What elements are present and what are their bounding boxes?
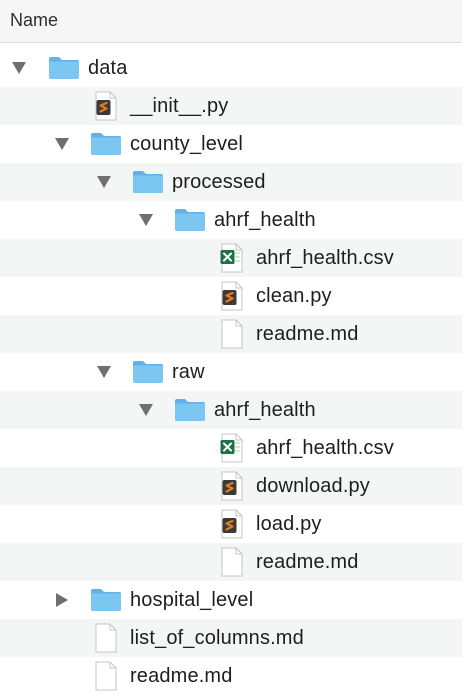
tree-row-label: list_of_columns.md	[130, 627, 304, 649]
python-file-icon	[218, 277, 246, 315]
disclosure-triangle-expanded-icon[interactable]	[94, 353, 114, 391]
markdown-file-icon	[218, 543, 246, 581]
tree-row-hospital-level[interactable]: hospital_level	[0, 581, 462, 619]
disclosure-triangle-collapsed-icon[interactable]	[52, 581, 72, 619]
tree-row-label: load.py	[256, 513, 322, 535]
tree-row-data[interactable]: data	[0, 49, 462, 87]
tree-row-county-level[interactable]: county_level	[0, 125, 462, 163]
python-file-icon	[218, 505, 246, 543]
column-header[interactable]: Name	[0, 0, 462, 43]
disclosure-triangle-expanded-icon[interactable]	[9, 49, 29, 87]
tree-row-raw[interactable]: raw	[0, 353, 462, 391]
tree-row-init-py[interactable]: __init__.py	[0, 87, 462, 125]
tree-row-label: processed	[172, 171, 266, 193]
tree-row-download-py[interactable]: download.py	[0, 467, 462, 505]
folder-icon	[48, 49, 79, 87]
tree-row-label: hospital_level	[130, 589, 254, 611]
name-column-header[interactable]: Name	[10, 9, 58, 31]
tree-row-ahrf-health-raw[interactable]: ahrf_health	[0, 391, 462, 429]
tree-row-label: county_level	[130, 133, 243, 155]
finder-window: Name data __init__.py county_level proce…	[0, 0, 462, 694]
tree-row-label: data	[88, 57, 128, 79]
tree-row-label: __init__.py	[130, 95, 229, 117]
disclosure-triangle-expanded-icon[interactable]	[136, 201, 156, 239]
markdown-file-icon	[218, 315, 246, 353]
folder-icon	[90, 125, 121, 163]
excel-csv-icon	[218, 429, 246, 467]
tree-row-ahrf-health-csv-processed[interactable]: ahrf_health.csv	[0, 239, 462, 277]
folder-icon	[174, 391, 205, 429]
tree-row-label: readme.md	[130, 665, 233, 687]
tree-row-label: ahrf_health.csv	[256, 247, 394, 269]
tree-row-label: readme.md	[256, 551, 359, 573]
python-file-icon	[92, 87, 120, 125]
tree-row-processed[interactable]: processed	[0, 163, 462, 201]
folder-icon	[132, 163, 163, 201]
markdown-file-icon	[92, 619, 120, 657]
tree-row-label: readme.md	[256, 323, 359, 345]
tree-row-readme-md-root[interactable]: readme.md	[0, 657, 462, 695]
tree-row-label: ahrf_health.csv	[256, 437, 394, 459]
tree-row-label: download.py	[256, 475, 370, 497]
tree-row-ahrf-health-csv-raw[interactable]: ahrf_health.csv	[0, 429, 462, 467]
tree-row-readme-md-processed[interactable]: readme.md	[0, 315, 462, 353]
tree-row-label: raw	[172, 361, 205, 383]
folder-icon	[90, 581, 121, 619]
tree-row-clean-py[interactable]: clean.py	[0, 277, 462, 315]
tree-row-label: clean.py	[256, 285, 332, 307]
tree-row-label: ahrf_health	[214, 399, 316, 421]
python-file-icon	[218, 467, 246, 505]
tree-row-list-of-columns-md[interactable]: list_of_columns.md	[0, 619, 462, 657]
disclosure-triangle-expanded-icon[interactable]	[94, 163, 114, 201]
disclosure-triangle-expanded-icon[interactable]	[136, 391, 156, 429]
tree-row-ahrf-health-processed[interactable]: ahrf_health	[0, 201, 462, 239]
disclosure-triangle-expanded-icon[interactable]	[52, 125, 72, 163]
markdown-file-icon	[92, 657, 120, 695]
folder-icon	[174, 201, 205, 239]
tree-row-readme-md-raw[interactable]: readme.md	[0, 543, 462, 581]
tree-row-load-py[interactable]: load.py	[0, 505, 462, 543]
folder-icon	[132, 353, 163, 391]
tree-row-label: ahrf_health	[214, 209, 316, 231]
excel-csv-icon	[218, 239, 246, 277]
file-tree: data __init__.py county_level processed …	[0, 49, 462, 694]
